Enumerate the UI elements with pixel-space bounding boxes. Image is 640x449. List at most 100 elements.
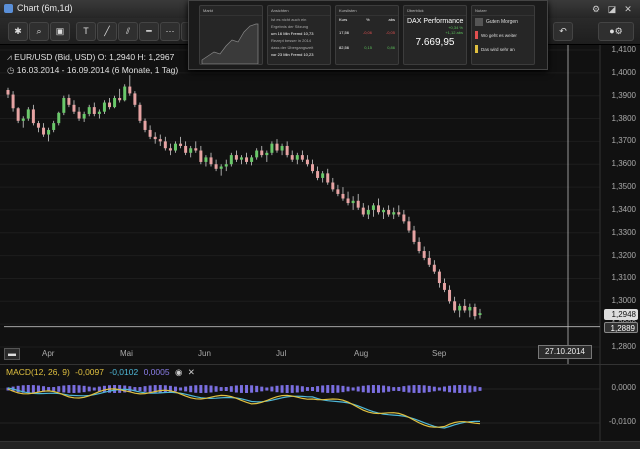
histogram-bar bbox=[387, 386, 391, 392]
histogram-bar bbox=[321, 385, 325, 393]
app-icon bbox=[4, 4, 13, 13]
histogram-bar bbox=[468, 385, 472, 393]
crosshair-price-label: 1,2889 bbox=[604, 322, 638, 333]
candle bbox=[31, 104, 35, 126]
widget-popup: Markt Ansichten Ist es nicht auch ein Er… bbox=[188, 0, 548, 70]
histogram-bar bbox=[199, 385, 203, 393]
candle bbox=[148, 125, 152, 140]
indicator-close-icon[interactable]: ✕ bbox=[188, 367, 195, 377]
table-row: 17,56 -0,06 -0,05 bbox=[339, 30, 395, 35]
search-icon[interactable]: ⌕ bbox=[29, 22, 49, 41]
list-item[interactable]: Wo geht es weiter bbox=[472, 28, 534, 42]
macd-value: -0,0097 bbox=[75, 367, 104, 377]
x-tick-label: Sep bbox=[432, 349, 447, 358]
ansichten-tile[interactable]: Ansichten Ist es nicht auch ein Ergebnis… bbox=[267, 5, 331, 65]
candle bbox=[199, 145, 203, 165]
candle bbox=[173, 141, 177, 153]
candle bbox=[392, 207, 396, 220]
price-chart[interactable] bbox=[0, 45, 640, 365]
candle bbox=[224, 159, 228, 172]
horizontal-line-icon[interactable]: ━ bbox=[139, 22, 159, 41]
signal-value: -0,0102 bbox=[109, 367, 139, 377]
histogram-bar bbox=[224, 386, 228, 392]
histogram-bar bbox=[336, 385, 340, 393]
histogram-bar bbox=[173, 386, 177, 392]
layout-icon[interactable]: ●⚙ bbox=[598, 22, 634, 41]
candle bbox=[255, 148, 259, 160]
histogram-bar bbox=[346, 386, 350, 392]
news-line: Ist es nicht auch ein bbox=[271, 17, 307, 22]
histogram-bar bbox=[305, 387, 309, 391]
candle bbox=[336, 184, 340, 197]
candle bbox=[341, 187, 345, 201]
candle bbox=[432, 260, 436, 274]
candle bbox=[305, 155, 309, 167]
histogram-bar bbox=[214, 386, 218, 392]
candle bbox=[57, 111, 61, 126]
histogram-bar bbox=[163, 385, 167, 393]
candle bbox=[158, 134, 162, 146]
histogram-bar bbox=[87, 386, 91, 392]
candle bbox=[422, 246, 426, 261]
candle bbox=[82, 111, 86, 122]
status-marker bbox=[475, 45, 478, 53]
candle bbox=[234, 150, 238, 162]
candle bbox=[138, 102, 142, 124]
candle bbox=[21, 116, 25, 128]
histogram-bar bbox=[62, 385, 66, 393]
candlestick-chart[interactable] bbox=[0, 45, 640, 365]
restore-icon[interactable]: ◪ bbox=[606, 3, 618, 15]
candle bbox=[67, 94, 71, 108]
text-tool-icon[interactable]: T bbox=[76, 22, 96, 41]
candle bbox=[321, 171, 325, 183]
close-icon[interactable]: ✕ bbox=[622, 3, 634, 15]
table-header: Kurs% abs bbox=[339, 17, 395, 22]
candle bbox=[458, 303, 462, 318]
clock-icon: ◷ bbox=[7, 65, 17, 75]
histogram-bar bbox=[158, 385, 162, 393]
histogram-bar bbox=[402, 386, 406, 392]
candle bbox=[331, 177, 335, 192]
candle bbox=[402, 209, 406, 224]
candle bbox=[163, 136, 167, 151]
y-tick-label: 1,3700 bbox=[611, 136, 636, 146]
list-item[interactable]: Das wird sehr an bbox=[472, 42, 534, 56]
histogram-bar bbox=[437, 387, 441, 391]
candle bbox=[427, 251, 431, 268]
news-line: Ergebnis der Sitzung bbox=[271, 24, 309, 29]
histogram-bar bbox=[356, 386, 360, 392]
line-tool-icon[interactable]: ╱ bbox=[97, 22, 117, 41]
histogram-bar bbox=[311, 386, 315, 392]
histogram-bar bbox=[72, 385, 76, 393]
histogram-bar bbox=[148, 385, 152, 393]
instrument-name: EUR/USD (Bid, USD) bbox=[14, 52, 96, 62]
histogram-bar bbox=[260, 386, 264, 392]
markt-tile[interactable]: Markt bbox=[199, 5, 263, 65]
histogram-bar bbox=[77, 385, 81, 393]
candle bbox=[11, 91, 15, 112]
gear-icon[interactable]: ✱ bbox=[8, 22, 28, 41]
zoom-icon[interactable]: ▣ bbox=[50, 22, 70, 41]
ueberblick-tile[interactable]: Überblick DAX Performance +0,34 % +1,12 … bbox=[403, 5, 467, 65]
news-line: um 16 Min Fremd 10,73 bbox=[271, 31, 314, 36]
nutzer-tile[interactable]: Nutzer Guten Morgen Wo geht es weiter Da… bbox=[471, 5, 535, 65]
histogram-bar bbox=[295, 385, 299, 393]
index-name: DAX Performance bbox=[407, 18, 464, 25]
histogram-bar bbox=[351, 387, 355, 391]
candle bbox=[285, 141, 289, 158]
histogram-bar bbox=[179, 387, 183, 391]
histogram-bar bbox=[255, 385, 259, 393]
histogram-bar bbox=[417, 385, 421, 393]
histogram-bar bbox=[194, 385, 198, 393]
channel-tool-icon[interactable]: ⫽ bbox=[118, 22, 138, 41]
settings-icon[interactable]: ⚙ bbox=[590, 3, 602, 15]
y-tick-label: 1,3000 bbox=[611, 296, 636, 306]
candle bbox=[448, 285, 452, 304]
dotted-line-icon[interactable]: ⋯ bbox=[160, 22, 180, 41]
indicator-settings-icon[interactable]: ◉ bbox=[175, 367, 182, 377]
histogram-bar bbox=[270, 386, 274, 392]
y-tick-label: 1,3900 bbox=[611, 90, 636, 100]
undo-icon[interactable]: ↶ bbox=[553, 22, 573, 41]
kurslisten-tile[interactable]: Kurslisten Kurs% abs 17,56 -0,06 -0,05 82,5… bbox=[335, 5, 399, 65]
minimize-panel-button[interactable]: ▬ bbox=[4, 348, 20, 360]
